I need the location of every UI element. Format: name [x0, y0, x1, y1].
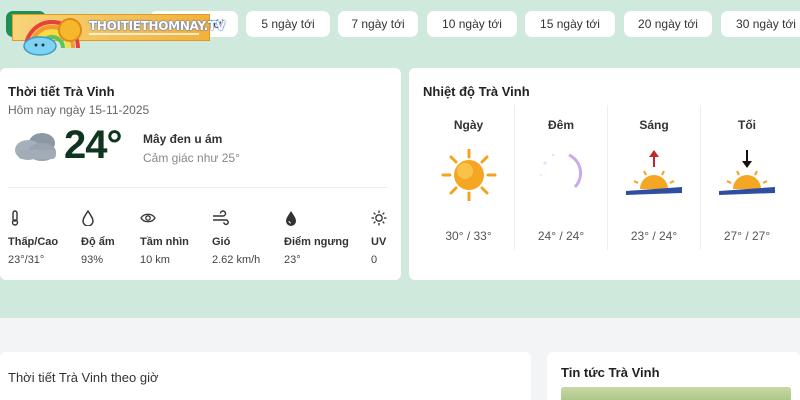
current-weather-title: Thời tiết Trà Vinh	[8, 84, 115, 99]
tab-label: 30 ngày tới	[736, 17, 796, 31]
stat-label: Độ ẩm	[81, 236, 115, 248]
stat-value: 93%	[81, 254, 104, 266]
tab-7-days[interactable]: 7 ngày tới	[338, 11, 418, 37]
period-range: 23° / 24°	[630, 229, 678, 243]
site-logo[interactable]: THOITIETHOMNAY.TV	[12, 8, 225, 56]
stat-label: Thấp/Cao	[8, 236, 59, 248]
weather-condition: Mây đen u ám	[143, 132, 223, 146]
sunrise-icon	[626, 150, 682, 195]
sun-icon	[441, 149, 496, 201]
tab-label: 10 ngày tới	[442, 17, 502, 31]
news-thumbnail[interactable]	[561, 387, 791, 400]
feels-like: Cảm giác như 25°	[143, 151, 240, 165]
cloud-icon	[15, 133, 56, 161]
stat-value: 0	[371, 254, 378, 266]
period-label: Đêm	[547, 118, 574, 132]
tab-15-days[interactable]: 15 ngày tới	[525, 11, 615, 37]
dewpoint-icon	[286, 211, 296, 226]
uv-sun-icon	[371, 210, 387, 226]
stat-value: 23°	[284, 254, 301, 266]
period-evening: Tối 27° / 27°	[701, 105, 793, 265]
stat-value: 10 km	[140, 254, 170, 266]
stat-value: 2.62 km/h	[212, 254, 261, 266]
tab-label: 20 ngày tới	[638, 17, 698, 31]
stat-value: 23°/31°	[8, 254, 45, 266]
moon-icon	[540, 153, 583, 193]
current-weather-card	[0, 68, 401, 280]
wind-icon	[213, 210, 229, 226]
current-date: Hôm nay ngày 15-11-2025	[8, 103, 150, 117]
news-title: Tin tức Trà Vinh	[561, 365, 660, 380]
period-label: Sáng	[639, 118, 669, 132]
current-temperature: 24°	[64, 123, 122, 167]
tab-label: 5 ngày tới	[261, 17, 315, 31]
tab-label: 7 ngày tới	[351, 17, 405, 31]
droplet-icon	[82, 210, 94, 226]
period-range: 24° / 24°	[537, 229, 585, 243]
period-night: Đêm 24° / 24°	[515, 105, 607, 265]
logo-tagline	[89, 33, 199, 35]
logo-text: THOITIETHOMNAY.TV	[89, 19, 225, 33]
divider	[8, 187, 388, 188]
tab-20-days[interactable]: 20 ngày tới	[624, 11, 712, 37]
stat-label: UV	[371, 236, 387, 248]
thermometer-icon	[11, 210, 19, 226]
stat-label: Gió	[212, 236, 231, 248]
temperature-title: Nhiệt độ Trà Vinh	[423, 84, 530, 99]
eye-icon	[140, 213, 156, 223]
tab-10-days[interactable]: 10 ngày tới	[427, 11, 517, 37]
tab-label: 15 ngày tới	[540, 17, 600, 31]
tab-5-days[interactable]: 5 ngày tới	[246, 11, 330, 37]
period-morning: Sáng 23° / 24°	[608, 105, 700, 265]
period-label: Ngày	[453, 118, 484, 132]
period-range: 30° / 33°	[445, 229, 492, 243]
period-label: Tối	[738, 118, 756, 132]
tab-30-days[interactable]: 30 ngày tới	[721, 11, 800, 37]
logo-rainbow-icon	[23, 18, 82, 56]
sunset-icon	[719, 150, 775, 195]
stat-label: Điểm ngưng	[284, 236, 349, 248]
period-day: Ngày 30° / 33°	[423, 105, 514, 265]
hourly-weather-title: Thời tiết Trà Vinh theo giờ	[8, 370, 159, 385]
period-range: 27° / 27°	[723, 229, 771, 243]
stat-label: Tầm nhìn	[140, 236, 189, 248]
